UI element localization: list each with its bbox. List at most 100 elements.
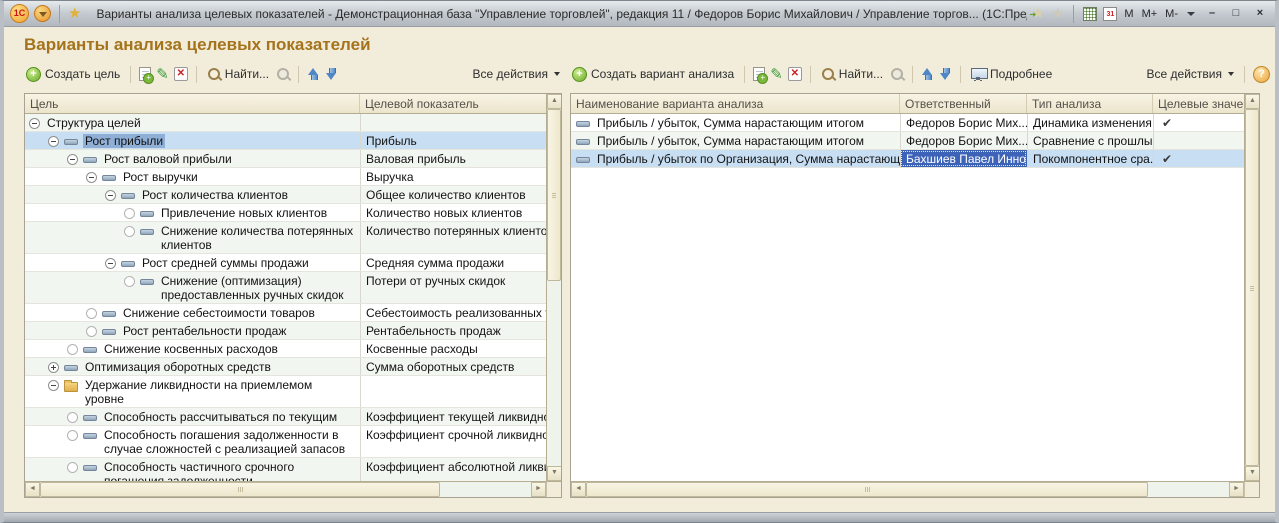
collapse-icon[interactable]	[48, 380, 59, 391]
goal-cell[interactable]: Рост средней суммы продажи	[25, 254, 360, 271]
scrollbar-thumb[interactable]	[586, 482, 1148, 497]
target-values-cell[interactable]: ✔	[1153, 114, 1244, 131]
kpi-cell[interactable]: Потери от ручных скидок	[360, 272, 546, 303]
target-values-cell[interactable]: ✔	[1153, 150, 1244, 167]
column-header-goal[interactable]: Цель	[25, 94, 360, 113]
kpi-cell[interactable]: Сумма оборотных средств	[360, 358, 546, 375]
scrollbar-thumb[interactable]	[40, 482, 440, 497]
favorites-star-icon[interactable]: ★	[68, 5, 81, 23]
goal-cell[interactable]: Структура целей	[25, 114, 360, 131]
analysis-vertical-scrollbar[interactable]: ▲ ▼	[1244, 94, 1259, 481]
analysis-row[interactable]: Прибыль / убыток, Сумма нарастающим итог…	[571, 132, 1244, 150]
scrollbar-track[interactable]	[1148, 482, 1229, 497]
goal-cell[interactable]: Способность частичного срочного погашени…	[25, 458, 360, 481]
goal-tree-row[interactable]: Снижение количества потерянных клиентовК…	[25, 222, 546, 254]
scroll-right-icon[interactable]: ►	[531, 482, 546, 497]
analysis-type-cell[interactable]: Динамика изменения	[1027, 114, 1153, 131]
goal-cell[interactable]: Снижение количества потерянных клиентов	[25, 222, 360, 253]
column-header-kpi[interactable]: Целевой показатель	[360, 94, 546, 113]
goal-tree-row[interactable]: Рост валовой прибылиВаловая прибыль	[25, 150, 546, 168]
analysis-name-cell[interactable]: Прибыль / убыток, Сумма нарастающим итог…	[571, 132, 900, 149]
delete-icon[interactable]: ✕	[788, 67, 802, 81]
goal-tree-row[interactable]: Способность частичного срочного погашени…	[25, 458, 546, 481]
move-up-icon[interactable]	[921, 67, 934, 81]
kpi-cell[interactable]: Косвенные расходы	[360, 340, 546, 357]
goal-tree-row[interactable]: Снижение себестоимости товаровСебестоимо…	[25, 304, 546, 322]
kpi-cell[interactable]	[360, 114, 546, 131]
scroll-left-icon[interactable]: ◄	[25, 482, 40, 497]
goal-cell[interactable]: Способность погашения задолженности в сл…	[25, 426, 360, 457]
help-button[interactable]: ?	[1253, 66, 1270, 83]
find-button[interactable]: Найти...	[819, 66, 885, 82]
goal-cell[interactable]: Снижение косвенных расходов	[25, 340, 360, 357]
goal-cell[interactable]: Рост количества клиентов	[25, 186, 360, 203]
goal-tree-row[interactable]: Снижение косвенных расходовКосвенные рас…	[25, 340, 546, 358]
goal-tree-row[interactable]: Рост рентабельности продажРентабельность…	[25, 322, 546, 340]
scrollbar-track[interactable]	[547, 281, 561, 466]
kpi-cell[interactable]: Количество потерянных клиентов	[360, 222, 546, 253]
goal-tree-row[interactable]: Рост прибылиПрибыль	[25, 132, 546, 150]
system-menu-button[interactable]	[34, 5, 51, 22]
kpi-cell[interactable]: Прибыль	[360, 132, 546, 149]
add-favorite-icon[interactable]: ★	[1032, 5, 1045, 23]
move-up-icon[interactable]	[307, 67, 320, 81]
move-down-icon[interactable]	[325, 67, 338, 81]
collapse-icon[interactable]	[105, 190, 116, 201]
goal-cell[interactable]: Снижение себестоимости товаров	[25, 304, 360, 321]
find-button[interactable]: Найти...	[205, 66, 271, 82]
scrollbar-thumb[interactable]	[1245, 109, 1259, 466]
kpi-cell[interactable]: Себестоимость реализованных то	[360, 304, 546, 321]
analysis-name-cell[interactable]: Прибыль / убыток по Организация, Сумма н…	[571, 150, 900, 167]
memory-plus-button[interactable]: M+	[1141, 8, 1159, 20]
goal-tree-row[interactable]: Рост выручкиВыручка	[25, 168, 546, 186]
goal-tree-row[interactable]: Рост средней суммы продажиСредняя сумма …	[25, 254, 546, 272]
create-analysis-variant-button[interactable]: + Создать вариант анализа	[570, 66, 736, 83]
collapse-icon[interactable]	[48, 136, 59, 147]
goal-tree-row[interactable]: Снижение (оптимизация) предоставленных р…	[25, 272, 546, 304]
memory-minus-button[interactable]: M-	[1164, 8, 1179, 20]
close-button[interactable]: ×	[1251, 6, 1269, 22]
goal-cell[interactable]: Оптимизация оборотных средств	[25, 358, 360, 375]
scroll-up-icon[interactable]: ▲	[547, 94, 561, 109]
window-resize-edge[interactable]	[4, 512, 1275, 522]
create-goal-button[interactable]: + Создать цель	[24, 66, 122, 83]
column-header-responsible[interactable]: Ответственный	[900, 94, 1027, 113]
goal-cell[interactable]: Рост рентабельности продаж	[25, 322, 360, 339]
scroll-left-icon[interactable]: ◄	[571, 482, 586, 497]
kpi-cell[interactable]: Количество новых клиентов	[360, 204, 546, 221]
kpi-cell[interactable]	[360, 376, 546, 407]
kpi-cell[interactable]: Рентабельность продаж	[360, 322, 546, 339]
titlebar-more-dropdown-icon[interactable]	[1187, 12, 1195, 16]
goals-vertical-scrollbar[interactable]: ▲ ▼	[546, 94, 561, 481]
scroll-right-icon[interactable]: ►	[1229, 482, 1244, 497]
scroll-down-icon[interactable]: ▼	[547, 466, 561, 481]
column-header-target-values[interactable]: Целевые значения	[1153, 94, 1244, 113]
collapse-icon[interactable]	[67, 154, 78, 165]
goal-cell[interactable]: Удержание ликвидности на приемлемом уров…	[25, 376, 360, 407]
kpi-cell[interactable]: Коэффициент абсолютной ликвид	[360, 458, 546, 481]
goals-all-actions-button[interactable]: Все действия	[471, 66, 562, 82]
target-values-cell[interactable]	[1153, 132, 1244, 149]
copy-item-icon[interactable]	[753, 67, 765, 81]
column-header-type[interactable]: Тип анализа	[1027, 94, 1153, 113]
kpi-cell[interactable]: Валовая прибыль	[360, 150, 546, 167]
edit-pencil-icon[interactable]: ✎	[770, 67, 783, 82]
goal-cell[interactable]: Способность рассчитываться по текущим	[25, 408, 360, 425]
delete-icon[interactable]: ✕	[174, 67, 188, 81]
analysis-all-actions-button[interactable]: Все действия	[1145, 66, 1236, 82]
scrollbar-thumb[interactable]	[547, 109, 561, 281]
goal-cell[interactable]: Привлечение новых клиентов	[25, 204, 360, 221]
scrollbar-track[interactable]	[440, 482, 531, 497]
goal-tree-row[interactable]: Способность погашения задолженности в сл…	[25, 426, 546, 458]
kpi-cell[interactable]: Общее количество клиентов	[360, 186, 546, 203]
details-button[interactable]: Подробнее	[969, 66, 1054, 82]
memory-recall-button[interactable]: M	[1123, 8, 1134, 20]
analysis-row[interactable]: Прибыль / убыток по Организация, Сумма н…	[571, 150, 1244, 168]
analysis-horizontal-scrollbar[interactable]: ◄ ►	[571, 481, 1244, 497]
app-logo-1c[interactable]: 1С	[10, 4, 29, 23]
calculator-icon[interactable]	[1083, 7, 1097, 21]
analysis-row[interactable]: Прибыль / убыток, Сумма нарастающим итог…	[571, 114, 1244, 132]
analysis-type-cell[interactable]: Покомпонентное сра...	[1027, 150, 1153, 167]
goal-tree-row[interactable]: Оптимизация оборотных средствСумма оборо…	[25, 358, 546, 376]
goals-horizontal-scrollbar[interactable]: ◄ ►	[25, 481, 546, 497]
